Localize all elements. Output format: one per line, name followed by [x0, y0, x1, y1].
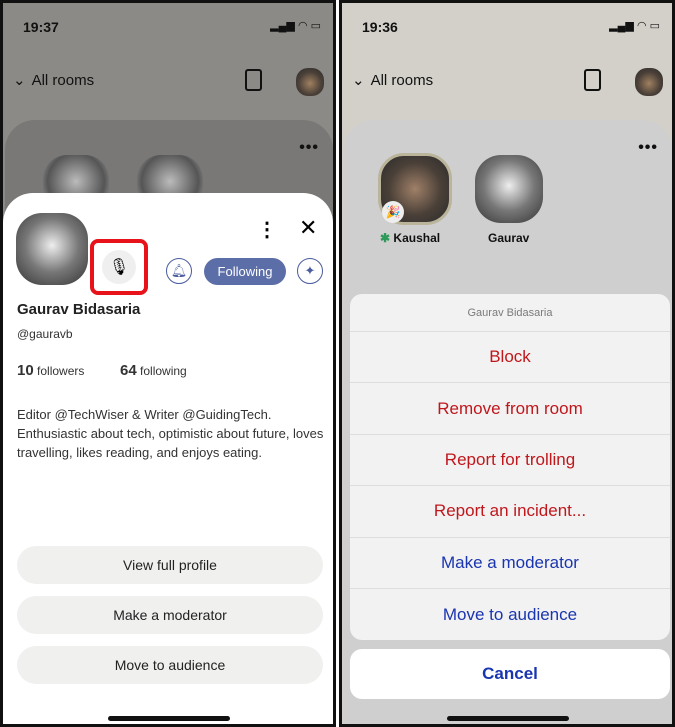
- right-screen: 19:36 ▂▄▆ ◠ ▭ ⌄ All rooms ••• 🎉 ✱ Kaushal…: [339, 0, 675, 727]
- status-time: 19:36: [362, 19, 398, 35]
- status-icons: ▂▄▆ ◠ ▭: [609, 20, 660, 32]
- document-icon[interactable]: [584, 69, 601, 91]
- followers-label: followers: [37, 364, 85, 378]
- close-icon[interactable]: ✕: [299, 215, 317, 241]
- move-to-audience-button[interactable]: Move to audience: [17, 646, 323, 684]
- more-vertical-icon[interactable]: ⋮: [257, 217, 277, 242]
- my-avatar[interactable]: [635, 68, 663, 96]
- profile-avatar: [16, 213, 88, 285]
- status-icons: ▂▄▆ ◠ ▭: [270, 20, 321, 32]
- move-to-audience-option[interactable]: Move to audience: [350, 589, 670, 640]
- my-avatar[interactable]: [296, 68, 324, 96]
- cancel-button[interactable]: Cancel: [350, 649, 670, 699]
- make-moderator-option[interactable]: Make a moderator: [350, 538, 670, 589]
- moderator-icon: ✱: [380, 231, 391, 245]
- mic-highlight: 🎙: [90, 239, 148, 295]
- microphone-icon[interactable]: 🎙: [102, 250, 136, 284]
- status-time: 19:37: [23, 19, 59, 35]
- action-sheet-title: Gaurav Bidasaria: [350, 294, 670, 332]
- remove-from-room-option[interactable]: Remove from room: [350, 383, 670, 435]
- following-count: 64: [120, 362, 137, 379]
- report-trolling-option[interactable]: Report for trolling: [350, 435, 670, 487]
- make-moderator-button[interactable]: Make a moderator: [17, 596, 323, 634]
- profile-bio: Editor @TechWiser & Writer @GuidingTech.…: [17, 407, 324, 460]
- block-option[interactable]: Block: [350, 332, 670, 384]
- more-icon[interactable]: •••: [299, 139, 319, 157]
- following-button[interactable]: Following: [204, 258, 286, 285]
- followers-count: 10: [17, 362, 34, 379]
- speaker-name: ✱ Kaushal: [380, 231, 441, 245]
- party-icon: 🎉: [382, 201, 404, 223]
- followers-link[interactable]: 10 followers: [17, 362, 84, 379]
- profile-handle: @gauravb: [17, 327, 73, 341]
- all-rooms-label: All rooms: [370, 71, 434, 89]
- profile-sheet: 🎙 ⋮ ✕ 🔔︎ Following ✦ Gaurav Bidasaria @g…: [3, 193, 333, 724]
- action-sheet: Gaurav Bidasaria Block Remove from room …: [350, 294, 670, 641]
- all-rooms-button[interactable]: ⌄ All rooms: [13, 71, 95, 90]
- bell-icon[interactable]: 🔔︎: [166, 258, 192, 284]
- speaker-name: Gaurav: [488, 231, 530, 245]
- sparkle-icon[interactable]: ✦: [297, 258, 323, 284]
- following-label: following: [140, 364, 187, 378]
- home-indicator: [108, 716, 230, 721]
- view-full-profile-button[interactable]: View full profile: [17, 546, 323, 584]
- chevron-down-icon: ⌄: [13, 72, 26, 89]
- all-rooms-label: All rooms: [31, 71, 95, 89]
- home-indicator: [447, 716, 569, 721]
- document-icon[interactable]: [245, 69, 262, 91]
- all-rooms-button[interactable]: ⌄ All rooms: [352, 71, 434, 90]
- following-link[interactable]: 64 following: [120, 362, 187, 379]
- more-icon[interactable]: •••: [638, 139, 658, 157]
- left-screen: 19:37 ▂▄▆ ◠ ▭ ⌄ All rooms ••• 🎙 ⋮ ✕ 🔔︎ Fo…: [0, 0, 336, 727]
- report-incident-option[interactable]: Report an incident...: [350, 486, 670, 538]
- speaker-avatar-gaurav[interactable]: [475, 155, 543, 223]
- chevron-down-icon: ⌄: [352, 72, 365, 89]
- profile-name: Gaurav Bidasaria: [17, 301, 141, 318]
